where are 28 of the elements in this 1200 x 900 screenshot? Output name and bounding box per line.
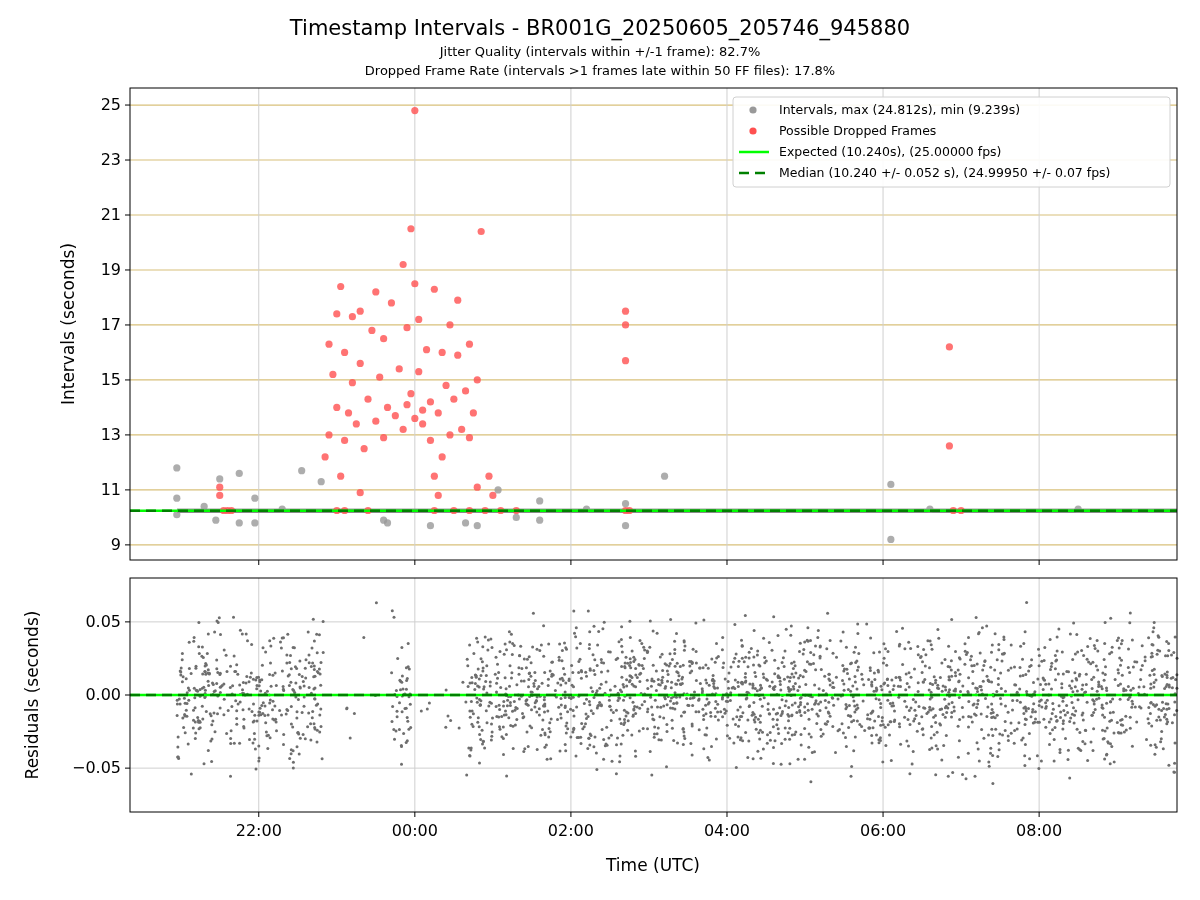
legend-label: Possible Dropped Frames [779,123,937,138]
chart-subtitle: Dropped Frame Rate (intervals >1 frames late within 50 FF files): 17.8% [364,62,836,80]
axis-label: Residuals (seconds) [22,610,42,780]
tick-label: 9 [110,534,121,554]
tick-label: 0.00 [85,685,121,704]
tick-label: 19 [100,260,121,279]
legend-label: Median (10.240 +/- 0.052 s), (24.99950 +/- 0.07 fps) [779,165,1111,180]
tick-label: 25 [100,95,121,115]
tick-label: 00:00 [391,821,438,840]
chart-title: Timestamp Intervals - BR001G_20250605_205746_945880 [289,15,911,42]
tick-label: 08:00 [1016,821,1063,840]
tick-label: 17 [100,314,121,334]
tick-label: 13 [100,424,121,444]
legend-label: Expected (10.240s), (25.00000 fps) [779,144,1002,159]
chart-subtitle: Jitter Quality (intervals within +/-1 frame): 82.7% [439,43,761,61]
tick-label: 02:00 [547,821,594,840]
tick-label: 11 [100,479,121,499]
legend-label: Intervals, max (24.812s), min (9.239s) [779,102,1021,117]
tick-label: −0.05 [71,758,121,778]
tick-label: 22:00 [235,821,282,840]
tick-label: 04:00 [703,821,751,840]
tick-label: 23 [100,150,121,169]
tick-label: 21 [100,205,121,224]
axis-label: Intervals (seconds) [58,242,78,406]
axis-label: Time (UTC) [606,855,700,875]
tick-label: 06:00 [860,821,907,840]
tick-label: 15 [100,369,121,389]
tick-label: 0.05 [85,611,121,631]
